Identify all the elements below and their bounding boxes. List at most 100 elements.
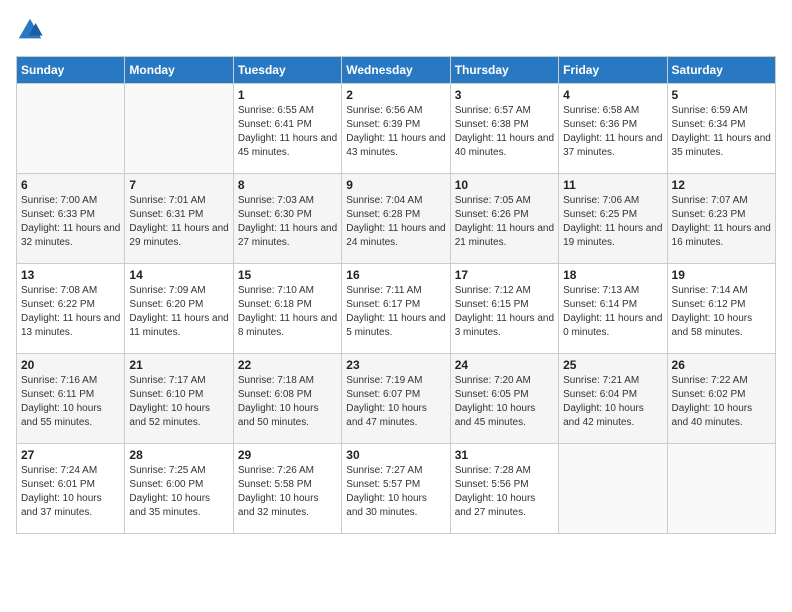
day-cell: 15 Sunrise: 7:10 AMSunset: 6:18 PMDayligh…	[233, 264, 341, 354]
day-info: Sunrise: 7:08 AMSunset: 6:22 PMDaylight:…	[21, 284, 120, 340]
day-info: Sunrise: 6:57 AMSunset: 6:38 PMDaylight:…	[455, 104, 554, 160]
day-cell: 18 Sunrise: 7:13 AMSunset: 6:14 PMDayligh…	[559, 264, 667, 354]
day-cell	[667, 444, 775, 534]
day-number: 13	[21, 268, 120, 282]
day-number: 2	[346, 88, 445, 102]
day-number: 21	[129, 358, 228, 372]
day-number: 20	[21, 358, 120, 372]
day-number: 6	[21, 178, 120, 192]
day-cell: 9 Sunrise: 7:04 AMSunset: 6:28 PMDaylight…	[342, 174, 450, 264]
day-cell: 7 Sunrise: 7:01 AMSunset: 6:31 PMDaylight…	[125, 174, 233, 264]
logo	[16, 16, 48, 44]
day-info: Sunrise: 7:05 AMSunset: 6:26 PMDaylight:…	[455, 194, 554, 250]
day-info: Sunrise: 7:06 AMSunset: 6:25 PMDaylight:…	[563, 194, 662, 250]
day-info: Sunrise: 7:16 AMSunset: 6:11 PMDaylight:…	[21, 374, 120, 430]
day-number: 24	[455, 358, 554, 372]
day-info: Sunrise: 7:09 AMSunset: 6:20 PMDaylight:…	[129, 284, 228, 340]
day-number: 18	[563, 268, 662, 282]
day-info: Sunrise: 7:17 AMSunset: 6:10 PMDaylight:…	[129, 374, 228, 430]
day-info: Sunrise: 7:27 AMSunset: 5:57 PMDaylight:…	[346, 464, 445, 520]
day-cell	[125, 84, 233, 174]
day-cell: 4Sunrise: 6:58 AMSunset: 6:36 PMDaylight…	[559, 84, 667, 174]
day-number: 12	[672, 178, 771, 192]
day-number: 25	[563, 358, 662, 372]
day-cell: 22 Sunrise: 7:18 AMSunset: 6:08 PMDayligh…	[233, 354, 341, 444]
day-info: Sunrise: 7:10 AMSunset: 6:18 PMDaylight:…	[238, 284, 337, 340]
day-number: 15	[238, 268, 337, 282]
day-cell: 26Sunrise: 7:22 AMSunset: 6:02 PMDayligh…	[667, 354, 775, 444]
day-cell: 13 Sunrise: 7:08 AMSunset: 6:22 PMDayligh…	[17, 264, 125, 354]
day-cell: 23 Sunrise: 7:19 AMSunset: 6:07 PMDayligh…	[342, 354, 450, 444]
day-number: 7	[129, 178, 228, 192]
day-cell: 27 Sunrise: 7:24 AMSunset: 6:01 PMDayligh…	[17, 444, 125, 534]
week-row-2: 6 Sunrise: 7:00 AMSunset: 6:33 PMDaylight…	[17, 174, 776, 264]
day-info: Sunrise: 7:14 AMSunset: 6:12 PMDaylight:…	[672, 284, 771, 340]
day-info: Sunrise: 6:59 AMSunset: 6:34 PMDaylight:…	[672, 104, 771, 160]
day-info: Sunrise: 7:01 AMSunset: 6:31 PMDaylight:…	[129, 194, 228, 250]
day-cell: 28Sunrise: 7:25 AMSunset: 6:00 PMDayligh…	[125, 444, 233, 534]
day-cell: 12 Sunrise: 7:07 AMSunset: 6:23 PMDayligh…	[667, 174, 775, 264]
day-cell: 10 Sunrise: 7:05 AMSunset: 6:26 PMDayligh…	[450, 174, 558, 264]
week-row-5: 27 Sunrise: 7:24 AMSunset: 6:01 PMDayligh…	[17, 444, 776, 534]
day-number: 29	[238, 448, 337, 462]
day-cell: 24 Sunrise: 7:20 AMSunset: 6:05 PMDayligh…	[450, 354, 558, 444]
day-number: 19	[672, 268, 771, 282]
day-cell: 21 Sunrise: 7:17 AMSunset: 6:10 PMDayligh…	[125, 354, 233, 444]
day-number: 27	[21, 448, 120, 462]
day-info: Sunrise: 7:03 AMSunset: 6:30 PMDaylight:…	[238, 194, 337, 250]
week-row-1: 1 Sunrise: 6:55 AMSunset: 6:41 PMDaylight…	[17, 84, 776, 174]
calendar-table: SundayMondayTuesdayWednesdayThursdayFrid…	[16, 56, 776, 534]
weekday-header-wednesday: Wednesday	[342, 57, 450, 84]
weekday-header-tuesday: Tuesday	[233, 57, 341, 84]
day-number: 17	[455, 268, 554, 282]
weekday-header-sunday: Sunday	[17, 57, 125, 84]
day-number: 1	[238, 88, 337, 102]
day-info: Sunrise: 6:55 AMSunset: 6:41 PMDaylight:…	[238, 104, 337, 160]
week-row-4: 20 Sunrise: 7:16 AMSunset: 6:11 PMDayligh…	[17, 354, 776, 444]
day-number: 30	[346, 448, 445, 462]
day-number: 14	[129, 268, 228, 282]
day-number: 9	[346, 178, 445, 192]
day-info: Sunrise: 7:24 AMSunset: 6:01 PMDaylight:…	[21, 464, 120, 520]
day-number: 5	[672, 88, 771, 102]
day-number: 28	[129, 448, 228, 462]
day-cell: 16 Sunrise: 7:11 AMSunset: 6:17 PMDayligh…	[342, 264, 450, 354]
day-info: Sunrise: 7:28 AMSunset: 5:56 PMDaylight:…	[455, 464, 554, 520]
day-cell: 11 Sunrise: 7:06 AMSunset: 6:25 PMDayligh…	[559, 174, 667, 264]
weekday-header-saturday: Saturday	[667, 57, 775, 84]
day-info: Sunrise: 7:13 AMSunset: 6:14 PMDaylight:…	[563, 284, 662, 340]
day-cell: 6 Sunrise: 7:00 AMSunset: 6:33 PMDaylight…	[17, 174, 125, 264]
weekday-header-friday: Friday	[559, 57, 667, 84]
day-cell	[17, 84, 125, 174]
day-cell: 25 Sunrise: 7:21 AMSunset: 6:04 PMDayligh…	[559, 354, 667, 444]
day-info: Sunrise: 6:58 AMSunset: 6:36 PMDaylight:…	[563, 104, 662, 160]
day-info: Sunrise: 7:07 AMSunset: 6:23 PMDaylight:…	[672, 194, 771, 250]
day-number: 26	[672, 358, 771, 372]
day-info: Sunrise: 7:11 AMSunset: 6:17 PMDaylight:…	[346, 284, 445, 340]
day-info: Sunrise: 7:26 AMSunset: 5:58 PMDaylight:…	[238, 464, 337, 520]
day-info: Sunrise: 7:04 AMSunset: 6:28 PMDaylight:…	[346, 194, 445, 250]
day-cell: 31 Sunrise: 7:28 AMSunset: 5:56 PMDayligh…	[450, 444, 558, 534]
day-cell: 5 Sunrise: 6:59 AMSunset: 6:34 PMDaylight…	[667, 84, 775, 174]
day-info: Sunrise: 7:00 AMSunset: 6:33 PMDaylight:…	[21, 194, 120, 250]
day-info: Sunrise: 7:20 AMSunset: 6:05 PMDaylight:…	[455, 374, 554, 430]
day-number: 22	[238, 358, 337, 372]
day-cell: 2Sunrise: 6:56 AMSunset: 6:39 PMDaylight…	[342, 84, 450, 174]
logo-icon	[16, 16, 44, 44]
day-number: 31	[455, 448, 554, 462]
day-number: 23	[346, 358, 445, 372]
day-info: Sunrise: 7:19 AMSunset: 6:07 PMDaylight:…	[346, 374, 445, 430]
day-cell	[559, 444, 667, 534]
day-cell: 1 Sunrise: 6:55 AMSunset: 6:41 PMDaylight…	[233, 84, 341, 174]
day-cell: 8Sunrise: 7:03 AMSunset: 6:30 PMDaylight…	[233, 174, 341, 264]
day-info: Sunrise: 7:21 AMSunset: 6:04 PMDaylight:…	[563, 374, 662, 430]
day-info: Sunrise: 7:18 AMSunset: 6:08 PMDaylight:…	[238, 374, 337, 430]
day-cell: 17 Sunrise: 7:12 AMSunset: 6:15 PMDayligh…	[450, 264, 558, 354]
day-info: Sunrise: 7:12 AMSunset: 6:15 PMDaylight:…	[455, 284, 554, 340]
day-cell: 19 Sunrise: 7:14 AMSunset: 6:12 PMDayligh…	[667, 264, 775, 354]
day-number: 16	[346, 268, 445, 282]
day-number: 11	[563, 178, 662, 192]
week-row-3: 13 Sunrise: 7:08 AMSunset: 6:22 PMDayligh…	[17, 264, 776, 354]
day-cell: 30 Sunrise: 7:27 AMSunset: 5:57 PMDayligh…	[342, 444, 450, 534]
day-number: 10	[455, 178, 554, 192]
